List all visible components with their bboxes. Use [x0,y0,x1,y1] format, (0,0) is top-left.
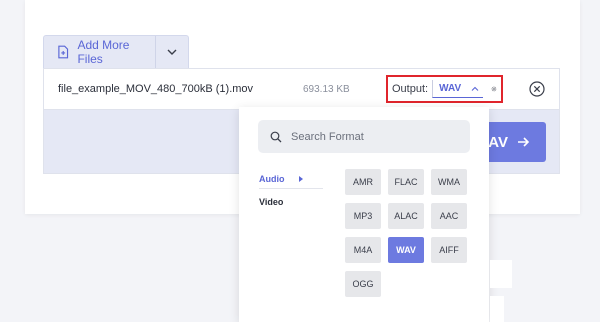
close-icon[interactable] [528,80,546,98]
output-format-value: WAV [439,83,462,94]
format-grid: AMR FLAC WMA MP3 ALAC AAC M4A WAV AIFF O… [345,169,467,297]
format-option[interactable]: AMR [345,169,381,195]
file-plus-icon [58,45,69,59]
format-dropdown: Audio Video AMR FLAC WMA MP3 ALAC AAC M4… [239,107,489,322]
format-category-list: Audio Video [259,169,323,212]
output-format-control: Output: WAV [386,75,503,103]
background-fragment [490,296,504,322]
convert-button-label: AV [488,133,508,151]
caret-right-icon [298,175,303,182]
format-search [258,120,470,153]
format-option[interactable]: AIFF [431,237,467,263]
category-video-label: Video [259,197,284,207]
gear-icon[interactable] [491,81,497,97]
search-format-input[interactable] [291,130,461,143]
search-icon [270,131,282,142]
format-option[interactable]: MP3 [345,203,381,229]
category-video[interactable]: Video [259,192,323,212]
format-option[interactable]: FLAC [388,169,424,195]
file-size: 693.13 KB [303,83,350,95]
add-more-files-button[interactable]: Add More Files [44,36,156,68]
background-fragment [490,260,512,288]
arrow-right-icon [518,137,530,147]
category-audio[interactable]: Audio [259,169,323,189]
format-option[interactable]: WAV [388,237,424,263]
format-option[interactable]: M4A [345,237,381,263]
add-more-files-label: Add More Files [77,38,130,66]
output-format-select[interactable]: WAV [432,80,484,98]
file-row: file_example_MOV_480_700kB (1).mov 693.1… [43,68,560,110]
format-option[interactable]: WMA [431,169,467,195]
output-label: Output: [392,83,429,95]
add-files-bar: Add More Files [43,35,189,68]
chevron-down-icon [167,49,177,55]
format-option[interactable]: OGG [345,271,381,297]
chevron-up-icon [471,86,479,91]
add-files-dropdown-toggle[interactable] [156,36,188,68]
file-name: file_example_MOV_480_700kB (1).mov [58,83,254,95]
category-audio-label: Audio [259,173,285,184]
format-option[interactable]: ALAC [388,203,424,229]
format-option[interactable]: AAC [431,203,467,229]
